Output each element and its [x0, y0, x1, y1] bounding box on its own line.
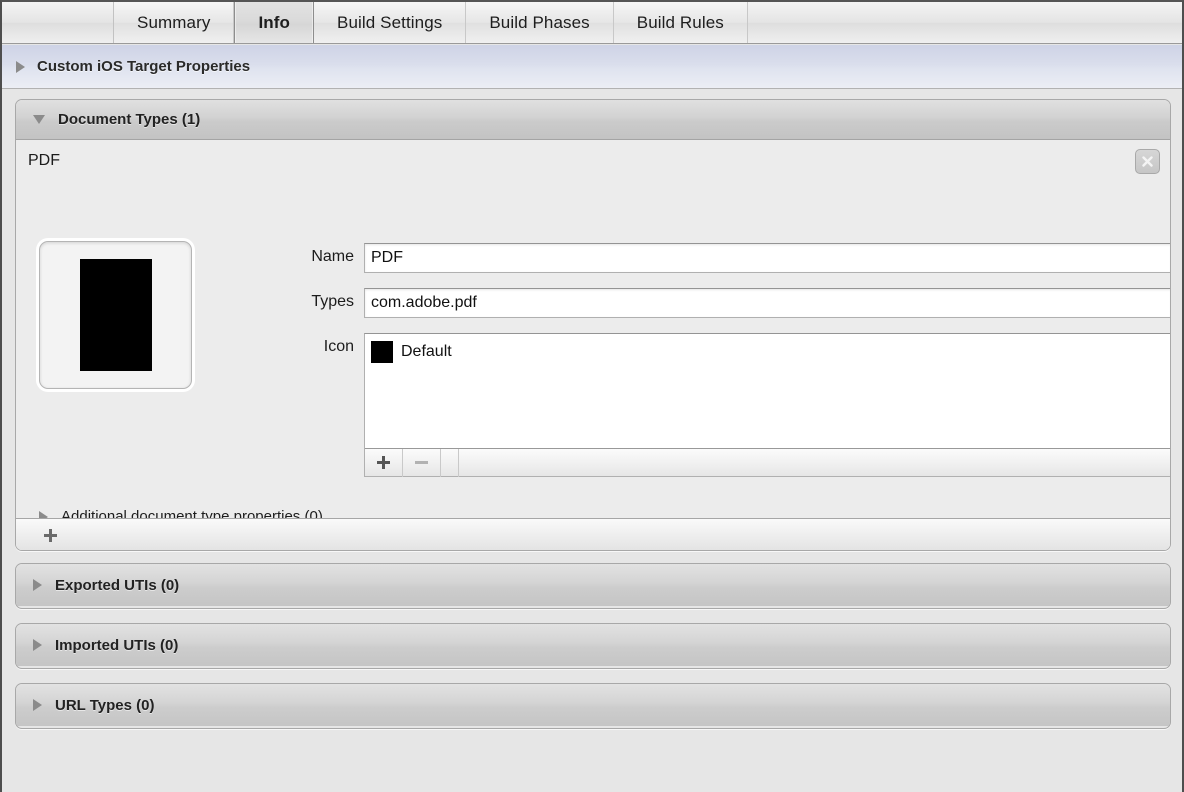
panel-exported-utis: Exported UTIs (0) [15, 563, 1171, 609]
icon-list-toolbar [365, 448, 1171, 476]
tab-info-label: Info [258, 13, 290, 33]
list-item[interactable]: Default [371, 340, 1171, 364]
triangle-right-icon[interactable] [33, 579, 42, 591]
types-field-label: Types [264, 288, 364, 316]
tab-build-settings[interactable]: Build Settings [314, 2, 466, 43]
types-input[interactable] [364, 288, 1171, 318]
exported-utis-label: Exported UTIs (0) [55, 577, 179, 594]
tabbar-right-spacer [748, 2, 1182, 43]
document-types-body: PDF Name Types Icon [16, 140, 1170, 551]
tab-build-settings-label: Build Settings [337, 13, 442, 33]
section-exported-utis[interactable]: Exported UTIs (0) [16, 564, 1170, 606]
remove-icon-button[interactable] [403, 449, 441, 477]
document-types-header[interactable]: Document Types (1) [16, 100, 1170, 140]
tab-info[interactable]: Info [234, 2, 314, 43]
panel-url-types: URL Types (0) [15, 683, 1171, 729]
triangle-right-icon[interactable] [33, 699, 42, 711]
target-editor-tabbar: Summary Info Build Settings Build Phases… [2, 2, 1182, 44]
document-type-entry-title: PDF [28, 152, 60, 170]
tab-summary[interactable]: Summary [114, 2, 234, 43]
field-row-name: Name [264, 243, 1171, 273]
minus-icon [415, 461, 428, 464]
add-document-type-row[interactable] [16, 518, 1170, 551]
icon-swatch [371, 341, 393, 363]
close-x-glyph [1140, 154, 1155, 169]
icon-list-item-label: Default [401, 343, 452, 361]
icon-field-label: Icon [264, 333, 364, 361]
plus-icon[interactable] [44, 529, 57, 542]
triangle-down-icon[interactable] [33, 115, 45, 124]
panel-imported-utis: Imported UTIs (0) [15, 623, 1171, 669]
document-thumbnail-well[interactable] [39, 241, 192, 389]
tab-summary-label: Summary [137, 13, 210, 33]
close-icon[interactable] [1135, 149, 1160, 174]
tab-build-phases-label: Build Phases [489, 13, 589, 33]
plus-icon [377, 456, 390, 469]
document-types-label: Document Types (1) [58, 111, 200, 128]
editor-window: Summary Info Build Settings Build Phases… [0, 0, 1184, 792]
triangle-right-icon[interactable] [16, 61, 25, 73]
section-url-types[interactable]: URL Types (0) [16, 684, 1170, 726]
tab-build-rules[interactable]: Build Rules [614, 2, 748, 43]
tab-build-phases[interactable]: Build Phases [466, 2, 613, 43]
name-input[interactable] [364, 243, 1171, 273]
custom-properties-label: Custom iOS Target Properties [37, 58, 250, 75]
imported-utis-label: Imported UTIs (0) [55, 637, 178, 654]
url-types-label: URL Types (0) [55, 697, 154, 714]
section-imported-utis[interactable]: Imported UTIs (0) [16, 624, 1170, 666]
add-icon-button[interactable] [365, 449, 403, 477]
tab-build-rules-label: Build Rules [637, 13, 724, 33]
icon-list-container: Default [364, 333, 1171, 477]
field-row-icon: Icon Default [264, 333, 1171, 477]
icon-list[interactable]: Default [365, 334, 1171, 448]
field-row-types: Types [264, 288, 1171, 318]
tabbar-left-spacer [2, 2, 114, 43]
section-custom-ios-target-properties[interactable]: Custom iOS Target Properties [2, 45, 1182, 89]
name-field-label: Name [264, 243, 364, 271]
toolbar-filler [441, 449, 459, 477]
document-thumbnail-icon [80, 259, 152, 371]
panel-document-types: Document Types (1) PDF Name Types [15, 99, 1171, 551]
triangle-right-icon[interactable] [33, 639, 42, 651]
